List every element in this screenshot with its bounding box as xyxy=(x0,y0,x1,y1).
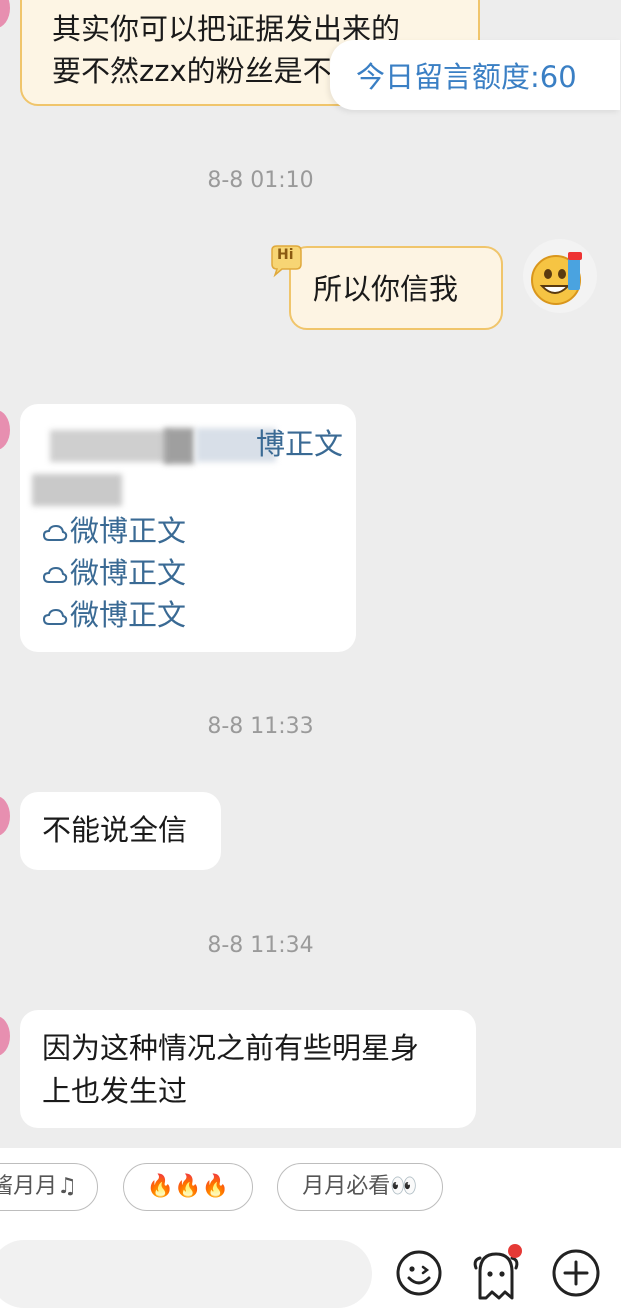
timestamp: 8-8 11:33 xyxy=(207,714,314,739)
sticker-avatar-icon[interactable] xyxy=(522,238,598,314)
message-bubble: 不能说全信 xyxy=(20,792,221,870)
blurred-text xyxy=(164,428,194,464)
message-text: 因为这种情况之前有些明星身 xyxy=(42,1031,420,1065)
message-text: 所以你信我 xyxy=(313,272,459,306)
weibo-link[interactable]: 微博正文 xyxy=(42,594,186,637)
message-text: 上也发生过 xyxy=(42,1074,188,1108)
quota-badge: 今日留言额度:60 xyxy=(330,40,620,110)
sent-message-bubble: 所以你信我 xyxy=(289,246,503,330)
quick-reply-chip[interactable]: 酱月月♫ xyxy=(0,1163,98,1211)
add-icon[interactable] xyxy=(550,1247,602,1299)
weibo-cloud-icon xyxy=(42,524,68,541)
weibo-link-label: 微博正文 xyxy=(70,514,187,548)
weibo-cloud-icon xyxy=(42,608,68,625)
weibo-cloud-icon xyxy=(42,566,68,583)
message-bubble: 因为这种情况之前有些明星身 上也发生过 xyxy=(20,1010,476,1128)
hi-badge-text: Hi xyxy=(277,247,294,263)
timestamp: 8-8 11:34 xyxy=(207,933,314,958)
contact-avatar[interactable] xyxy=(0,0,10,28)
contact-avatar[interactable] xyxy=(0,796,10,836)
weibo-link[interactable]: 微博正文 xyxy=(42,510,186,553)
timestamp: 8-8 01:10 xyxy=(207,168,314,193)
weibo-link-label: 微博正文 xyxy=(70,598,187,632)
weibo-link-label: 微博正文 xyxy=(70,556,187,590)
quick-reply-chip[interactable]: 月月必看👀 xyxy=(277,1163,443,1211)
quick-reply-chip[interactable]: 🔥🔥🔥 xyxy=(123,1163,253,1211)
quota-text: 今日留言额度:60 xyxy=(356,60,577,94)
weibo-link-partial[interactable]: 博正文 xyxy=(256,423,343,466)
mascot-icon[interactable] xyxy=(470,1242,528,1302)
contact-avatar[interactable] xyxy=(0,1016,10,1056)
blurred-text xyxy=(50,430,170,462)
message-bubble: 博正文 微博正文 微博正文 微博正文 xyxy=(20,404,356,652)
hi-badge-icon: Hi xyxy=(268,244,304,278)
emoji-icon[interactable] xyxy=(394,1248,444,1298)
weibo-link[interactable]: 微博正文 xyxy=(42,552,186,595)
message-input[interactable] xyxy=(0,1240,372,1308)
blurred-text xyxy=(32,474,122,506)
message-text: 不能说全信 xyxy=(42,813,188,847)
contact-avatar[interactable] xyxy=(0,410,10,450)
